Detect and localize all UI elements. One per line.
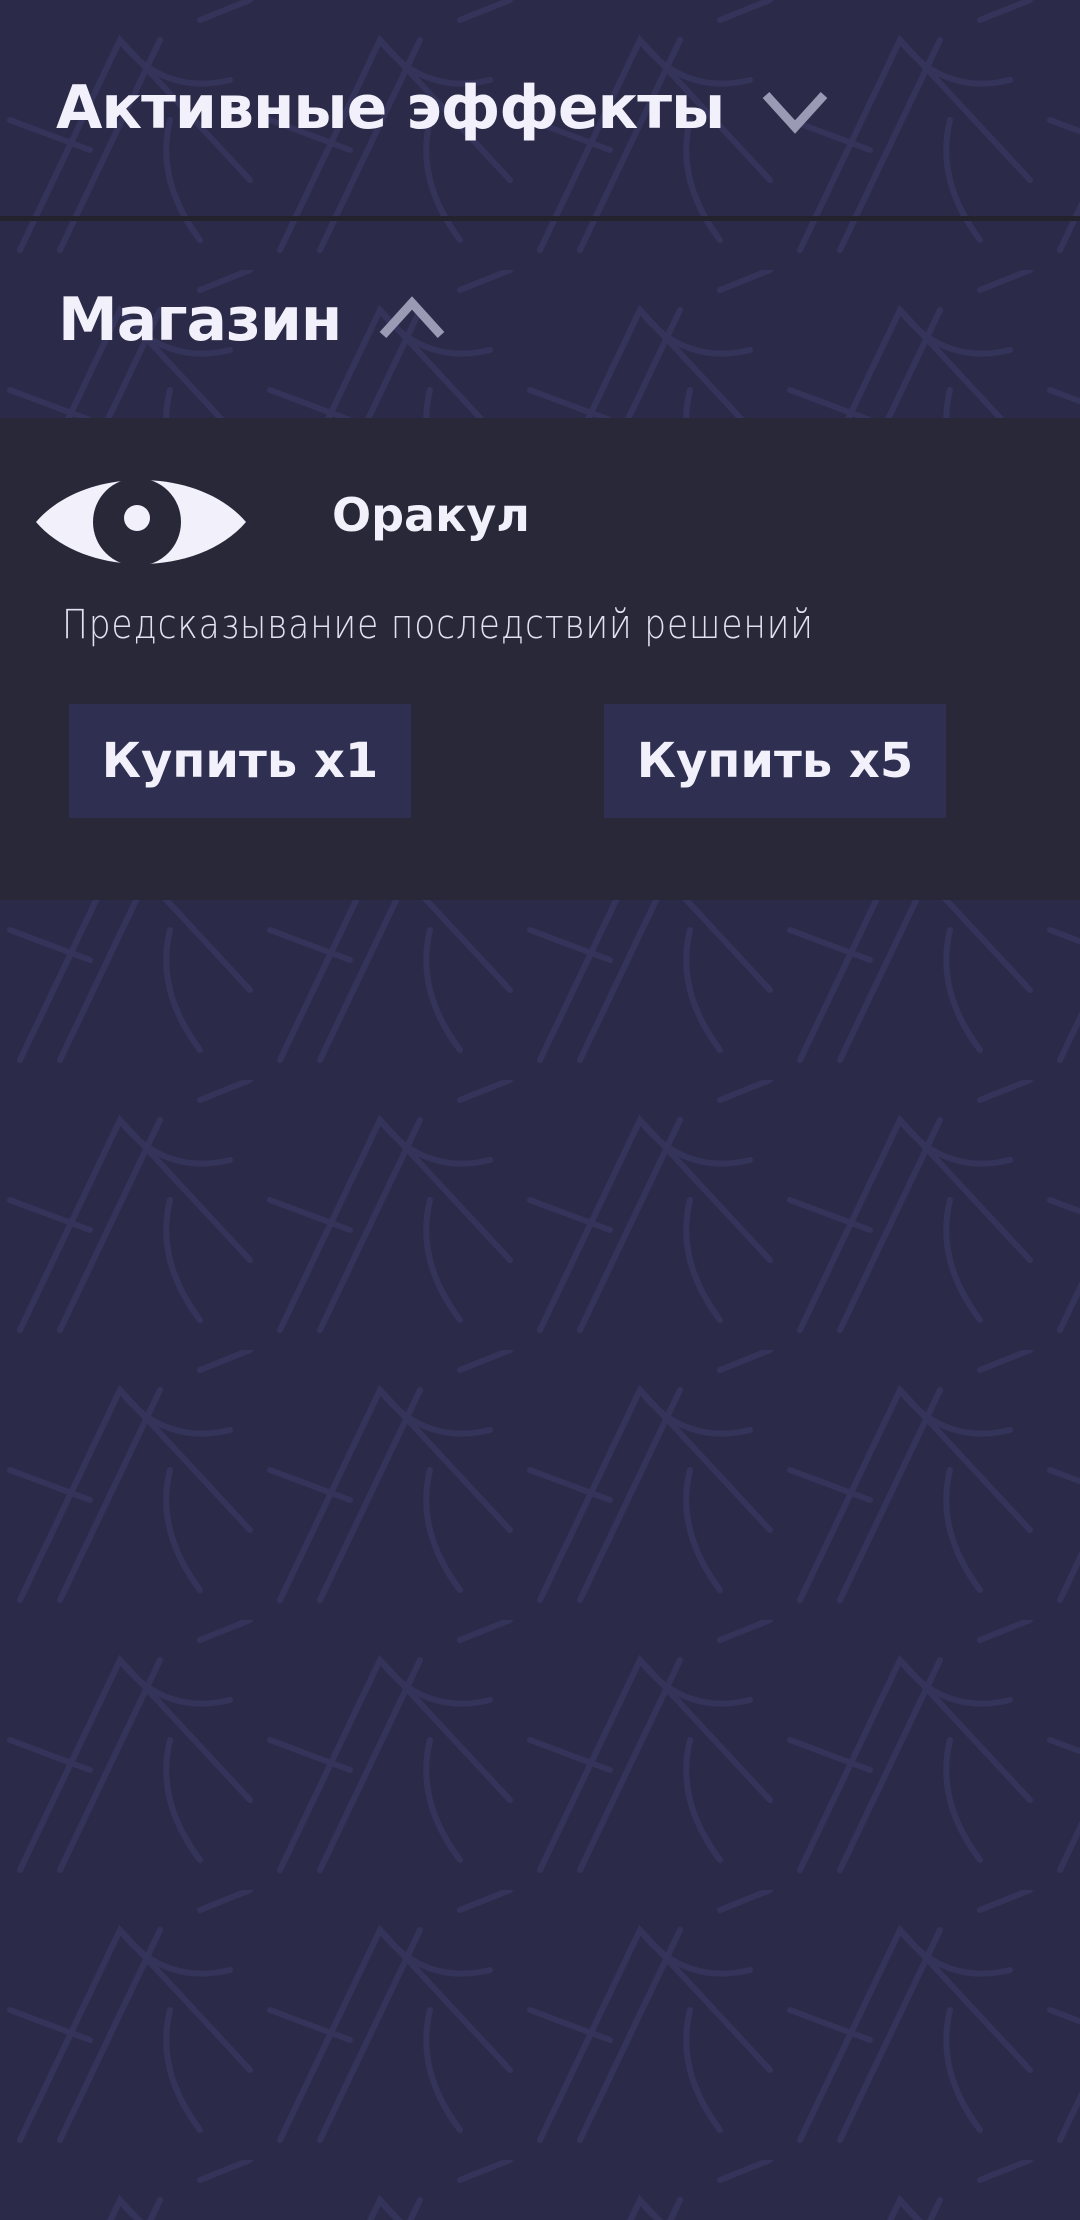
buy-x1-button[interactable]: Купить x1	[69, 704, 411, 818]
shop-item-card: Оракул Предсказывание последствий решени…	[0, 418, 1080, 900]
shop-item-description: Предсказывание последствий решений	[62, 602, 814, 648]
section-divider	[0, 216, 1080, 221]
shop-item-name: Оракул	[332, 488, 530, 542]
buy-x5-button[interactable]: Купить x5	[604, 704, 946, 818]
active-effects-title: Активные эффекты	[56, 73, 725, 143]
chevron-down-icon[interactable]	[760, 73, 830, 143]
shop-item-icon-wrap	[34, 474, 248, 570]
eye-icon	[36, 478, 246, 566]
active-effects-header[interactable]: Активные эффекты	[0, 0, 1080, 216]
shop-header[interactable]: Магазин	[0, 222, 1080, 418]
chevron-up-icon[interactable]	[377, 285, 447, 355]
shop-title: Магазин	[58, 285, 342, 355]
